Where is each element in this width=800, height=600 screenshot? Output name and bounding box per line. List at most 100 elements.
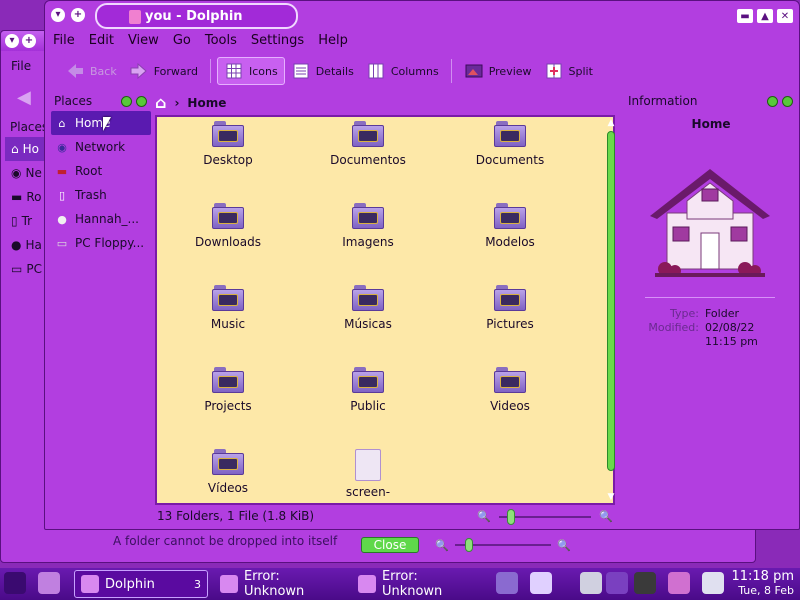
- clock[interactable]: 11:18 pm Tue, 8 Feb: [731, 570, 794, 598]
- menu-file[interactable]: File: [53, 31, 75, 51]
- folder-item[interactable]: Pictures: [445, 285, 575, 331]
- panel-float-button[interactable]: [121, 95, 132, 107]
- task-error-2[interactable]: Error: Unknown: [352, 569, 482, 599]
- background-menu-file[interactable]: File: [11, 59, 31, 73]
- folder-item[interactable]: Documents: [445, 121, 575, 167]
- panel-close-button[interactable]: [136, 95, 147, 107]
- close-message-button[interactable]: Close: [361, 537, 419, 553]
- menu-edit[interactable]: Edit: [89, 31, 114, 51]
- menu-go[interactable]: Go: [173, 31, 191, 51]
- folder-item[interactable]: Desktop: [163, 121, 293, 167]
- place-home[interactable]: ⌂ Home: [51, 111, 151, 135]
- root-icon: ▬: [56, 164, 68, 178]
- place-disc[interactable]: ● Hannah_...: [51, 207, 151, 231]
- place-network[interactable]: ◉ Network: [51, 135, 151, 159]
- file-manager-launcher-icon[interactable]: [38, 572, 60, 594]
- zoom-slider-handle[interactable]: [507, 509, 515, 525]
- zoom-slider[interactable]: 🔍 🔍: [475, 508, 615, 526]
- mail-icon[interactable]: [668, 572, 690, 594]
- background-place-item[interactable]: ⌂ Ho: [5, 137, 49, 161]
- file-grid: Desktop Documentos Documents Downloads Image…: [157, 117, 597, 503]
- home-icon: ⌂: [11, 142, 19, 156]
- back-button[interactable]: Back: [59, 57, 123, 85]
- zoom-slider-handle[interactable]: [465, 538, 473, 552]
- folder-item[interactable]: Public: [303, 367, 433, 413]
- keep-above-button[interactable]: +: [22, 34, 36, 48]
- tray-icon[interactable]: [606, 572, 628, 594]
- background-places-panel: Places ⌂ Ho ◉ Ne ▬ Ro ▯ Tr ● Ha ▭ PC: [5, 117, 49, 281]
- info-modified-time: 11:15 pm: [705, 335, 758, 348]
- clipboard-icon[interactable]: [580, 572, 602, 594]
- menu-tools[interactable]: Tools: [205, 31, 237, 51]
- place-root[interactable]: ▬ Root: [51, 159, 151, 183]
- forward-button[interactable]: Forward: [123, 57, 204, 85]
- folder-item[interactable]: Músicas: [303, 285, 433, 331]
- maximize-button[interactable]: ▲: [757, 9, 773, 23]
- file-item[interactable]: screen-: [303, 449, 433, 499]
- folder-item[interactable]: Modelos: [445, 203, 575, 249]
- place-trash[interactable]: ▯ Trash: [51, 183, 151, 207]
- preview-button[interactable]: Preview: [458, 57, 538, 85]
- kmenu-launcher-icon[interactable]: [4, 572, 26, 594]
- folder-item[interactable]: Imagens: [303, 203, 433, 249]
- titlebar[interactable]: ▾ + you - Dolphin ▬ ▲ ✕: [45, 1, 799, 31]
- window-menu-button[interactable]: ▾: [5, 34, 19, 48]
- background-place-item[interactable]: ▬ Ro: [5, 185, 49, 209]
- scroll-up-icon[interactable]: ▲: [604, 117, 618, 129]
- vertical-scrollbar[interactable]: ▲ ▼: [604, 117, 618, 503]
- keep-above-button[interactable]: +: [71, 8, 85, 22]
- window-title-tab[interactable]: you - Dolphin: [95, 3, 298, 29]
- background-place-item[interactable]: ▭ PC: [5, 257, 49, 281]
- zoom-out-icon[interactable]: 🔍: [477, 510, 491, 524]
- item-label: Downloads: [195, 235, 261, 249]
- split-icon: [544, 62, 564, 80]
- forward-arrow-icon: [129, 62, 149, 80]
- scroll-down-icon[interactable]: ▼: [604, 491, 618, 503]
- breadcrumb-home[interactable]: Home: [187, 96, 226, 110]
- pager-icon[interactable]: [496, 572, 518, 594]
- window-menu-button[interactable]: ▾: [51, 8, 65, 22]
- background-place-item[interactable]: ● Ha: [5, 233, 49, 257]
- folder-item[interactable]: Projects: [163, 367, 293, 413]
- toolbar: Back Forward Icons Details Columns Previ…: [45, 53, 799, 89]
- split-button[interactable]: Split: [538, 57, 599, 85]
- notes-icon[interactable]: [702, 572, 724, 594]
- menu-view[interactable]: View: [128, 31, 159, 51]
- background-place-item[interactable]: ◉ Ne: [5, 161, 49, 185]
- place-floppy[interactable]: ▭ PC Floppy...: [51, 231, 151, 255]
- columns-view-button[interactable]: Columns: [360, 57, 445, 85]
- places-header: Places: [51, 91, 151, 111]
- panel-float-button[interactable]: [767, 95, 778, 107]
- home-icon[interactable]: ⌂: [155, 93, 166, 112]
- zoom-out-icon[interactable]: 🔍: [435, 539, 449, 553]
- details-view-button[interactable]: Details: [285, 57, 360, 85]
- folder-item[interactable]: Documentos: [303, 121, 433, 167]
- panel-close-button[interactable]: [782, 95, 793, 107]
- background-zoom-slider[interactable]: 🔍 🔍: [433, 537, 573, 553]
- folder-item[interactable]: Vídeos: [163, 449, 293, 495]
- menu-settings[interactable]: Settings: [251, 31, 304, 51]
- icons-view-button[interactable]: Icons: [216, 57, 285, 85]
- zoom-in-icon[interactable]: 🔍: [557, 539, 571, 553]
- zoom-in-icon[interactable]: 🔍: [599, 510, 613, 524]
- settings-gear-icon[interactable]: [634, 572, 656, 594]
- background-place-item[interactable]: ▯ Tr: [5, 209, 49, 233]
- disc-icon: ●: [11, 238, 22, 252]
- item-label: Músicas: [344, 317, 392, 331]
- close-button[interactable]: ✕: [777, 9, 793, 23]
- minimize-button[interactable]: ▬: [737, 9, 753, 23]
- task-dolphin[interactable]: Dolphin 3: [74, 570, 208, 598]
- scroll-thumb[interactable]: [607, 131, 615, 471]
- folder-item[interactable]: Music: [163, 285, 293, 331]
- item-label: Music: [210, 317, 246, 331]
- network-icon: ◉: [57, 140, 67, 154]
- folder-item[interactable]: Downloads: [163, 203, 293, 249]
- folder-item[interactable]: Videos: [445, 367, 575, 413]
- back-arrow-icon[interactable]: ◀: [17, 87, 31, 108]
- menubar: File Edit View Go Tools Settings Help: [45, 31, 799, 51]
- item-label: Desktop: [203, 153, 253, 167]
- task-error-1[interactable]: Error: Unknown: [214, 569, 344, 599]
- desktop-preview-icon[interactable]: [530, 572, 552, 594]
- file-view[interactable]: Desktop Documentos Documents Downloads Image…: [155, 115, 615, 505]
- menu-help[interactable]: Help: [318, 31, 348, 51]
